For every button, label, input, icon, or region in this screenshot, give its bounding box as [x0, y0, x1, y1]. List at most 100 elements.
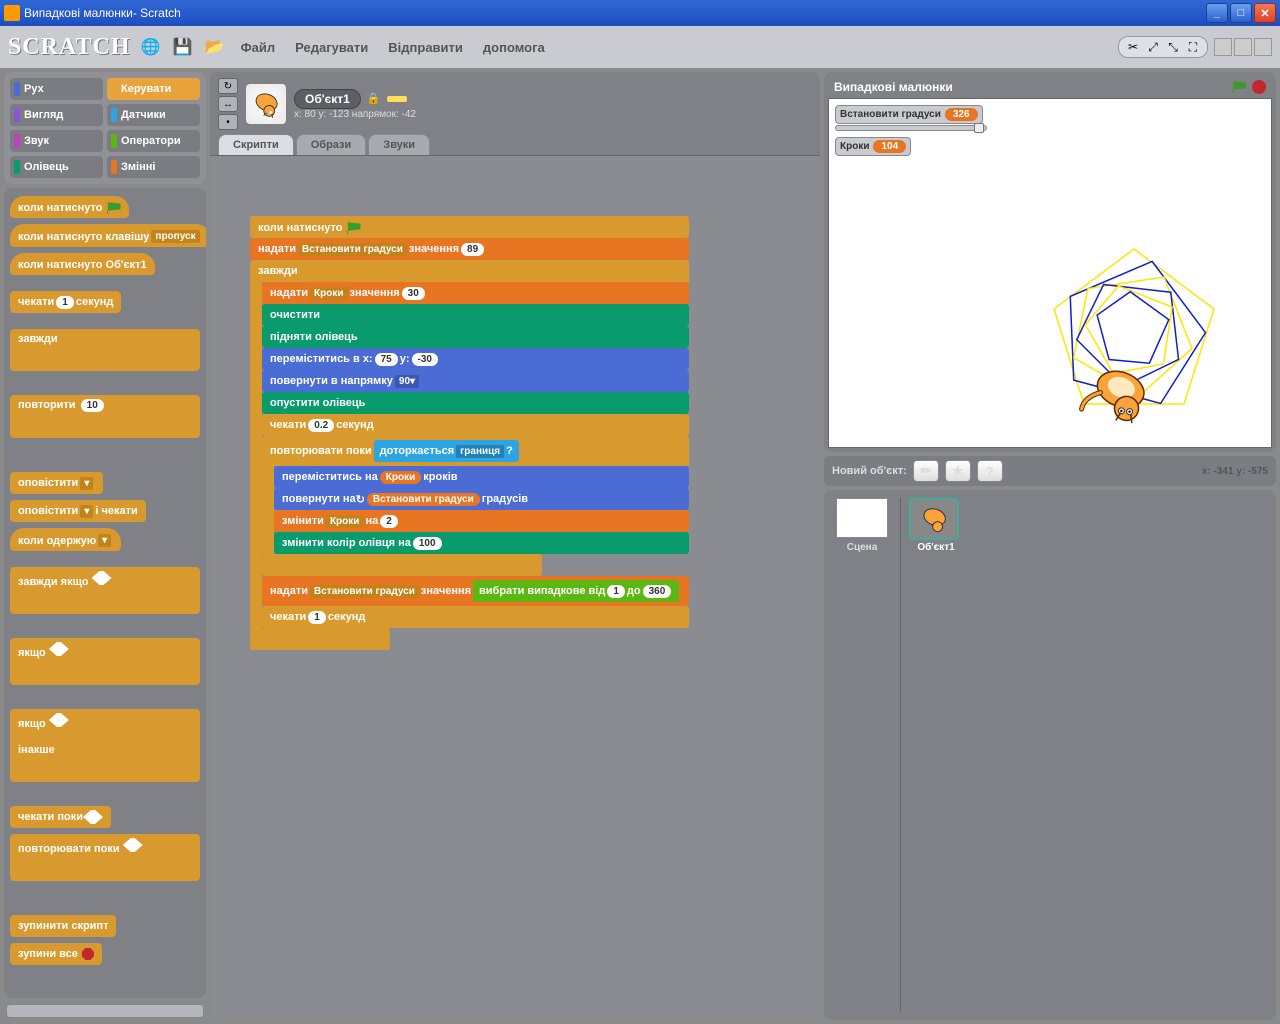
block-when-receive[interactable]: коли одержую ▾ [10, 528, 121, 551]
script-set-steps[interactable]: надати Кроки значення 30 [262, 282, 689, 304]
block-wait-until[interactable]: чекати поки [10, 806, 111, 828]
monitor-steps[interactable]: Кроки104 [835, 137, 911, 156]
view-large-button[interactable] [1234, 38, 1252, 56]
block-forever-if[interactable]: завжди якщо [10, 567, 200, 614]
script-repeat-until[interactable]: повторювати поки доторкається границя ? [262, 436, 689, 466]
menu-edit[interactable]: Редагувати [289, 36, 374, 59]
script-repeat-end[interactable] [262, 554, 542, 576]
save-icon[interactable]: 💾 [171, 35, 195, 59]
script-wait-02[interactable]: чекати 0.2 секунд [262, 414, 689, 436]
window-titlebar: Випадкові малюнки- Scratch _ □ ✕ [0, 0, 1280, 26]
category-sensing[interactable]: Датчики [107, 104, 200, 126]
sprite-header: ↻ ↔ • Об'єкт1 🔒 x: 80 y: -123 напрямок: … [210, 72, 820, 136]
block-repeat[interactable]: повторити 10 [10, 395, 200, 438]
category-sound[interactable]: Звук [10, 130, 103, 152]
block-stop-script[interactable]: зупинити скрипт [10, 915, 116, 937]
stage-sprite[interactable] [1079, 359, 1159, 429]
block-broadcast-wait[interactable]: оповістити ▾ і чекати [10, 500, 146, 522]
script-pen-down[interactable]: опустити олівець [262, 392, 689, 414]
grow-icon[interactable]: ⤢ [1145, 39, 1161, 55]
view-mode-buttons [1214, 38, 1272, 56]
scratch-logo: SCRATCH [8, 34, 131, 61]
category-looks[interactable]: Вигляд [10, 104, 103, 126]
block-stop-all[interactable]: зупини все [10, 943, 102, 965]
category-operators[interactable]: Оператори [107, 130, 200, 152]
category-variables[interactable]: Змінні [107, 156, 200, 178]
block-if[interactable]: якщо [10, 638, 200, 685]
block-when-sprite[interactable]: коли натиснуто Об'єкт1 [10, 253, 155, 275]
category-selector: Рух Керувати Вигляд Датчики Звук Операто… [4, 72, 206, 184]
block-palette: коли натиснуто коли натиснуто клавішу пр… [4, 188, 206, 998]
menu-send[interactable]: Відправити [382, 36, 469, 59]
sprite-name-field[interactable]: Об'єкт1 [294, 89, 361, 109]
script-point[interactable]: повернути в напрямку 90▾ [262, 370, 689, 392]
sprite-thumbnail[interactable] [246, 84, 286, 124]
stop-icon [82, 948, 94, 960]
close-button[interactable]: ✕ [1254, 3, 1276, 23]
direction-indicator [387, 96, 407, 102]
script-forever-end[interactable] [250, 628, 390, 650]
menu-file[interactable]: Файл [235, 36, 282, 59]
palette-scrollbar[interactable] [6, 1004, 204, 1018]
category-pen[interactable]: Олівець [10, 156, 103, 178]
script-turn[interactable]: повернути на ↻ Встановити градуси градус… [274, 488, 689, 510]
script-move[interactable]: переміститись на Кроки кроків [274, 466, 689, 488]
tab-costumes[interactable]: Образи [296, 134, 367, 155]
view-small-button[interactable] [1214, 38, 1232, 56]
stage-thumbnail [836, 498, 888, 538]
script-wait-1[interactable]: чекати 1 секунд [262, 606, 689, 628]
maximize-button[interactable]: □ [1230, 3, 1252, 23]
block-wait[interactable]: чекати 1 секунд [10, 291, 121, 313]
script-goto[interactable]: переміститись в x: 75 y: -30 [262, 348, 689, 370]
sprite-list-label: Об'єкт1 [909, 542, 963, 553]
lock-icon[interactable]: 🔒 [367, 92, 381, 105]
stop-button[interactable] [1252, 80, 1266, 94]
block-forever[interactable]: завжди [10, 329, 200, 371]
surprise-sprite-button[interactable]: ? [977, 460, 1003, 482]
category-motion[interactable]: Рух [10, 78, 103, 100]
view-present-button[interactable] [1254, 38, 1272, 56]
script-set-deg-rand[interactable]: надати Встановити градуси значення вибра… [262, 576, 689, 606]
paint-sprite-button[interactable]: ✏ [913, 460, 939, 482]
category-control[interactable]: Керувати [107, 78, 200, 100]
monitor-degrees[interactable]: Встановити градуси326 [835, 105, 983, 124]
stage-canvas[interactable]: Встановити градуси326 Кроки104 [828, 98, 1272, 448]
block-if-else[interactable]: якщо інакше [10, 709, 200, 782]
app-icon [4, 5, 20, 21]
rotate-free-button[interactable]: ↻ [218, 78, 238, 94]
language-icon[interactable]: 🌐 [139, 35, 163, 59]
script-forever[interactable]: завжди [250, 260, 689, 282]
block-repeat-until[interactable]: повторювати поки [10, 834, 200, 881]
green-flag-button[interactable] [1232, 81, 1246, 93]
project-title: Випадкові малюнки [834, 80, 953, 94]
new-object-label: Новий об'єкт: [832, 465, 907, 477]
script-pen-up[interactable]: підняти олівець [262, 326, 689, 348]
open-icon[interactable]: 📂 [203, 35, 227, 59]
new-object-bar: Новий об'єкт: ✏ ★ ? x: -341 y: -575 [824, 456, 1276, 486]
shrink-icon[interactable]: ⤡ [1165, 39, 1181, 55]
script-when-flag[interactable]: коли натиснуто [250, 216, 689, 238]
script-change-steps[interactable]: змінити Кроки на 2 [274, 510, 689, 532]
tab-sounds[interactable]: Звуки [368, 134, 430, 155]
script-set-degrees[interactable]: надати Встановити градуси значення 89 [250, 238, 689, 260]
script-change-pen[interactable]: змінити колір олівця на 100 [274, 532, 689, 554]
menu-help[interactable]: допомога [477, 36, 551, 59]
monitor-slider[interactable] [835, 125, 987, 131]
rotate-lr-button[interactable]: ↔ [218, 96, 238, 112]
sprite-list-item[interactable]: Об'єкт1 [909, 498, 963, 553]
toolbar: SCRATCH 🌐 💾 📂 Файл Редагувати Відправити… [0, 26, 1280, 68]
block-when-key[interactable]: коли натиснуто клавішу пропуск [10, 224, 206, 247]
script-clear[interactable]: очистити [262, 304, 689, 326]
minimize-button[interactable]: _ [1206, 3, 1228, 23]
stage-thumbnail-box[interactable]: Сцена [832, 498, 892, 1012]
block-broadcast[interactable]: оповістити ▾ [10, 472, 103, 494]
sprite-coords: x: 80 y: -123 напрямок: -42 [294, 109, 416, 120]
fullscreen-icon[interactable]: ⛶ [1185, 39, 1201, 55]
tab-scripts[interactable]: Скрипти [218, 134, 294, 155]
script-area[interactable]: коли натиснуто надати Встановити градуси… [210, 155, 820, 1020]
block-when-flag[interactable]: коли натиснуто [10, 196, 129, 218]
choose-sprite-button[interactable]: ★ [945, 460, 971, 482]
stamp-icon[interactable]: ✂ [1125, 39, 1141, 55]
rotate-none-button[interactable]: • [218, 114, 238, 130]
sprite-pane: Сцена Об'єкт1 [824, 490, 1276, 1020]
